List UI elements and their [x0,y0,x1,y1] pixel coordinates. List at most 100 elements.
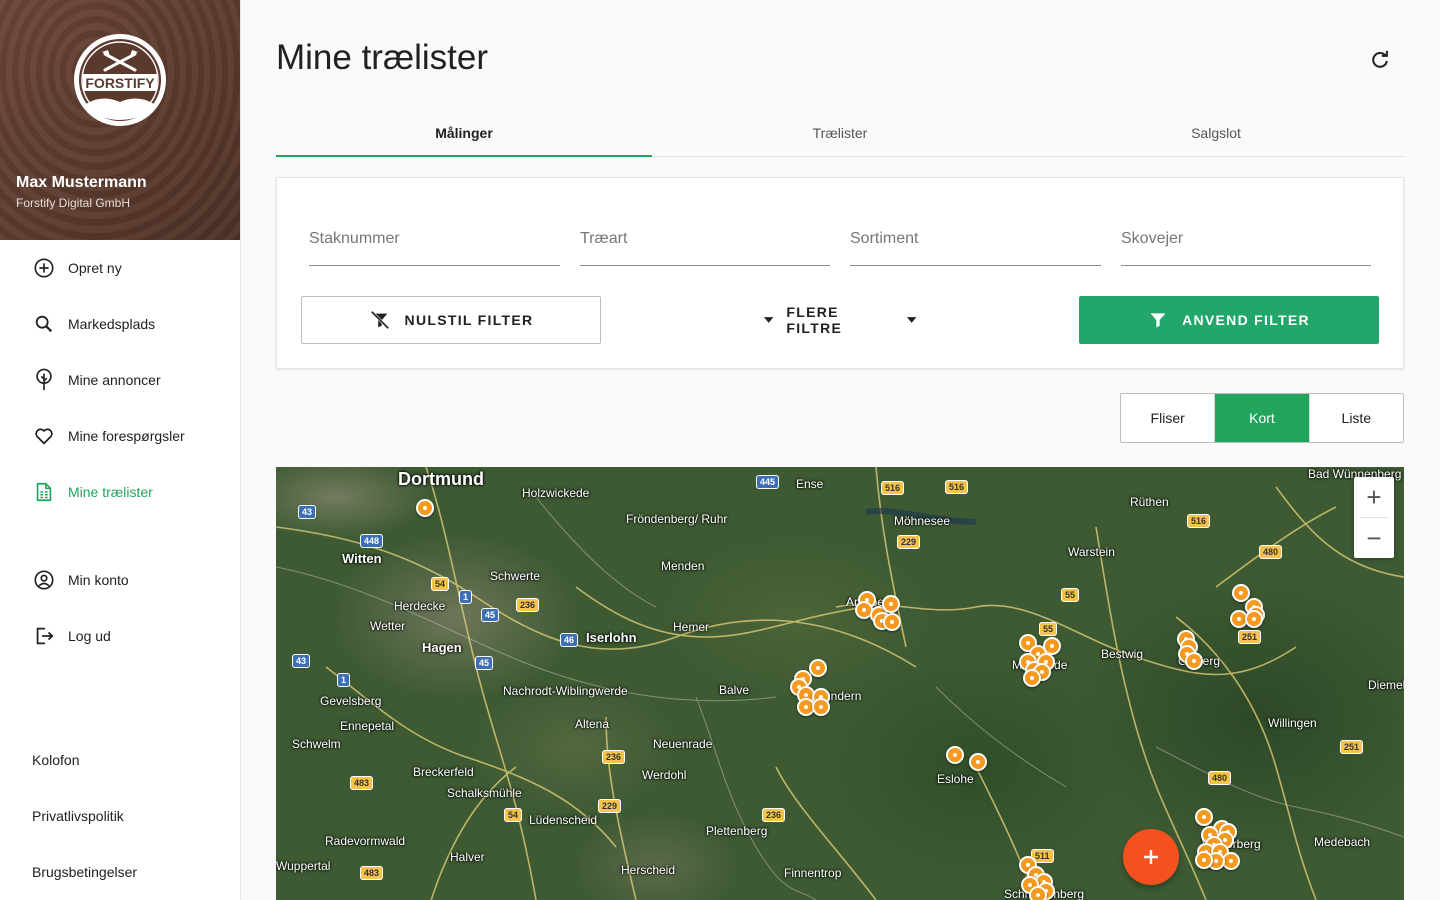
nav-item-markedsplads[interactable]: Markedsplads [0,304,240,344]
map-marker[interactable] [883,613,901,631]
map[interactable]: Dortmund Holzwickede Witten Fröndenberg/ Ru… [276,467,1404,900]
map-marker[interactable] [1029,886,1047,900]
footer-link-kolofon[interactable]: Kolofon [32,752,79,768]
map-marker[interactable] [1185,652,1203,670]
staknummer-field[interactable] [309,224,560,266]
map-place-label: Witten [342,551,382,566]
main-content: Mine trælister Målinger Trælister Salgsl… [241,0,1440,900]
road-shield: 236 [516,598,540,612]
nav-item-mine-annoncer[interactable]: Mine annoncer [0,360,240,400]
view-option-kort[interactable]: Kort [1215,394,1310,442]
road-shield: 43 [298,505,317,519]
map-place-label: Rüthen [1130,495,1169,509]
road-shield: 236 [762,808,786,822]
add-circle-icon [32,256,56,280]
sortiment-field[interactable] [850,224,1101,266]
zoom-out-button[interactable]: − [1354,518,1394,558]
skovejer-field[interactable] [1121,224,1371,266]
map-place-label: Schalksmühle [447,786,522,800]
road-shield: 448 [360,534,384,548]
nav-label: Mine forespørgsler [68,428,185,444]
tabs: Målinger Trælister Salgslot [276,110,1404,157]
nav-label: Opret ny [68,260,122,276]
nav-item-mine-forespoergsler[interactable]: Mine forespørgsler [0,416,240,456]
apply-filter-label: ANVEND FILTER [1182,312,1310,328]
nav-label: Min konto [68,572,129,588]
map-place-label: Dortmund [398,469,484,489]
map-place-label: Altena [575,717,610,731]
road-shield: 236 [602,750,626,764]
nav-label: Mine trælister [68,484,153,500]
road-shield: 229 [598,799,622,813]
more-filters-button[interactable]: FLERE FILTRE [763,296,917,344]
logout-icon [32,624,56,648]
map-place-label: Balve [719,683,750,697]
staknummer-input[interactable] [309,224,560,254]
view-option-fliser[interactable]: Fliser [1121,394,1216,442]
road-shield: 516 [1187,514,1211,528]
road-shield: 251 [1340,740,1364,754]
map-place-label: Eslohe [937,772,974,786]
map-place-label: Warstein [1068,545,1115,559]
heart-icon [32,424,56,448]
map-marker[interactable] [1023,669,1041,687]
map-place-label: Wetter [370,619,406,633]
map-marker[interactable] [969,753,987,771]
skovejer-input[interactable] [1121,224,1371,254]
map-marker[interactable] [1195,808,1213,826]
map-place-label: Möhnesee [894,514,951,528]
road-shield: 43 [292,654,311,668]
sidebar-header: FORSTIFY Max Mustermann Forstify Digital… [0,0,240,240]
tab-traelister[interactable]: Trælister [652,110,1028,156]
search-icon [32,312,56,336]
map-marker[interactable] [1195,851,1213,869]
reset-filter-button[interactable]: NULSTIL FILTER [301,296,601,344]
map-place-label: Halver [450,850,485,864]
road-shield: 45 [481,608,500,622]
map-marker[interactable] [946,746,964,764]
road-shield: 54 [431,577,450,591]
nav-item-log-ud[interactable]: Log ud [0,616,240,656]
nav-item-opret-ny[interactable]: Opret ny [0,248,240,288]
map-place-label: Werdohl [642,768,687,782]
nav-item-mine-traelister[interactable]: Mine trælister [0,472,240,512]
filter-off-icon [370,310,389,330]
road-shield: 480 [1259,545,1283,559]
traeart-input[interactable] [580,224,830,254]
page-title: Mine trælister [276,38,488,77]
add-fab-button[interactable] [1123,829,1179,885]
zoom-control: + − [1354,477,1394,558]
road-shield: 483 [350,776,374,790]
view-option-liste[interactable]: Liste [1310,394,1403,442]
map-place-label: Neuenrade [653,737,713,751]
map-marker[interactable] [1245,610,1263,628]
map-place-label: Medebach [1314,835,1371,849]
apply-filter-button[interactable]: ANVEND FILTER [1079,296,1379,344]
plus-icon [1144,850,1158,864]
footer-link-brugsbetingelser[interactable]: Brugsbetingelser [32,864,137,880]
road-shield: 1 [459,590,473,604]
map-marker[interactable] [809,659,827,677]
map-marker[interactable] [416,499,434,517]
user-company: Forstify Digital GmbH [16,196,131,210]
footer-link-privatlivspolitik[interactable]: Privatlivspolitik [32,808,124,824]
sortiment-input[interactable] [850,224,1101,254]
map-place-label: Diemelsee [1368,678,1404,692]
map-place-label: Bestwig [1101,647,1144,661]
account-icon [32,568,56,592]
tab-salgslot[interactable]: Salgslot [1028,110,1404,156]
map-place-label: Ense [796,477,824,491]
map-place-label: Iserlohn [586,630,637,645]
map-marker[interactable] [882,595,900,613]
road-shield: 45 [475,656,494,670]
road-shield: 55 [1061,588,1080,602]
road-shield: 229 [897,535,921,549]
user-name: Max Mustermann [16,174,147,191]
road-shield: 480 [1208,771,1232,785]
map-marker[interactable] [812,698,830,716]
nav-item-min-konto[interactable]: Min konto [0,560,240,600]
traeart-field[interactable] [580,224,830,266]
refresh-button[interactable] [1366,46,1394,74]
tab-maalinger[interactable]: Målinger [276,110,652,157]
zoom-in-button[interactable]: + [1354,477,1394,517]
